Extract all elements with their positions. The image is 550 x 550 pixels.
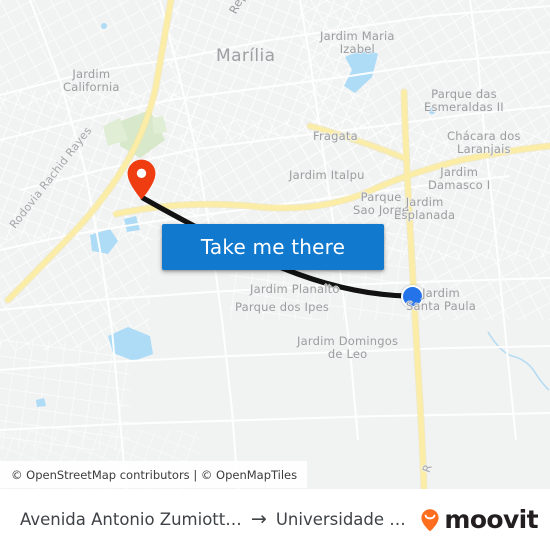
take-me-there-button[interactable]: Take me there [162, 224, 384, 270]
route-origin-label: Avenida Antonio Zumiotti Sob… [20, 510, 242, 529]
moovit-route-preview: RepúblicaJardim Maria IzabelMaríliaJardi… [0, 0, 550, 550]
moovit-pin-icon [421, 508, 439, 531]
moovit-logo: moovit [417, 505, 539, 534]
route-destination-label: Universidade De … [275, 510, 410, 529]
moovit-wordmark: moovit [444, 505, 538, 534]
route-caption-bar: Avenida Antonio Zumiotti Sob… → Universi… [0, 489, 550, 550]
map-canvas[interactable]: RepúblicaJardim Maria IzabelMaríliaJardi… [0, 0, 550, 489]
attribution-text: © OpenStreetMap contributors | © OpenMap… [11, 467, 298, 482]
map-attribution: © OpenStreetMap contributors | © OpenMap… [0, 461, 308, 488]
route-summary: Avenida Antonio Zumiotti Sob… → Universi… [20, 508, 410, 530]
destination-marker-dot[interactable] [401, 285, 424, 308]
origin-marker-pin[interactable] [127, 159, 156, 200]
arrow-right-icon: → [250, 508, 267, 530]
